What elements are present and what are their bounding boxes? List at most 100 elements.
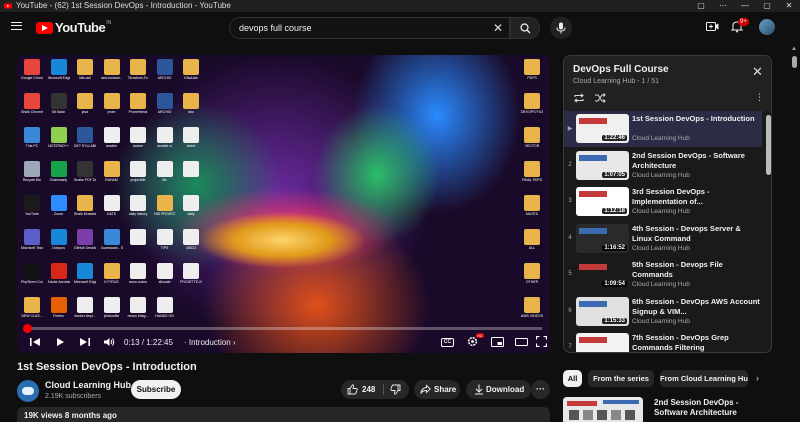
thumbnail-art: [579, 227, 607, 234]
desktop-icon-label: Recycle Bin: [22, 178, 42, 182]
scroll-up-icon[interactable]: ▲: [791, 46, 797, 52]
theater-mode-icon[interactable]: [515, 337, 528, 347]
desktop-app-icon: [130, 297, 146, 313]
folder-icon: [524, 161, 540, 177]
thumbs-down-icon[interactable]: [390, 384, 401, 395]
search-button[interactable]: [510, 17, 540, 39]
search-input[interactable]: devops full course ✕: [229, 17, 510, 39]
subscriber-count: 2.19K subscribers: [45, 393, 102, 400]
window-menu-icon[interactable]: ⋯: [712, 0, 734, 12]
playlist-item-title[interactable]: 6th Session - DevOps AWS Account Signup …: [632, 297, 760, 317]
channel-avatar[interactable]: [17, 380, 39, 402]
desktop-app-icon: [50, 93, 67, 109]
menu-icon[interactable]: [11, 22, 22, 30]
filter-chip[interactable]: From the series: [588, 370, 654, 387]
playlist-item-title[interactable]: 1st Session DevOps - Introduction: [632, 114, 760, 124]
progress-scrubber[interactable]: [22, 324, 32, 333]
playlist-item-thumbnail[interactable]: 1:09:54: [576, 260, 629, 289]
recommendation-thumbnail[interactable]: [563, 397, 643, 422]
desktop-app-icon: [130, 229, 146, 245]
window-minimize-button[interactable]: —: [734, 0, 756, 12]
desktop-icon-label: Shaik Mustafa: [74, 212, 96, 216]
more-actions-button[interactable]: ···: [531, 380, 550, 399]
filter-chip[interactable]: From Cloud Learning Hub: [660, 370, 748, 387]
volume-icon[interactable]: [103, 337, 115, 347]
window-maximize-button[interactable]: ▢: [756, 0, 778, 12]
like-count: 248: [362, 385, 376, 394]
playlist-item[interactable]: 7 1:27:277th Session - DevOps Grep Comman…: [564, 330, 762, 352]
youtube-play-icon: [36, 21, 53, 34]
voice-search-button[interactable]: [550, 17, 572, 39]
desktop-icon-label: Downloads - Shortcut: [100, 246, 123, 250]
shuffle-playlist-icon[interactable]: [594, 93, 606, 103]
recommendation-title[interactable]: 2nd Session DevOps - Software Architectu…: [654, 398, 772, 418]
view-count-date: 19K views 8 months ago: [24, 411, 117, 420]
thumbs-up-icon[interactable]: [347, 384, 358, 395]
desktop-icon-label: KYYRUS: [104, 280, 119, 284]
video-player[interactable]: Google Chrome Microsoft Edge k8s-adi aws-fu…: [17, 55, 550, 353]
filter-chip[interactable]: All: [563, 370, 582, 387]
playlist-item-duration: 1:09:54: [602, 281, 627, 287]
window-extensions-icon[interactable]: ▢: [690, 0, 712, 12]
playlist-item-title[interactable]: 7th Session - DevOps Grep Commands Filte…: [632, 333, 760, 352]
desktop-icon-label: Microsoft Edge: [47, 76, 70, 80]
playlist-item[interactable]: 5 1:09:54 5th Session - Devops File Comman…: [564, 257, 762, 293]
chapter-title[interactable]: · Introduction ›: [184, 338, 236, 347]
description-box[interactable]: 19K views 8 months ago: [17, 407, 550, 422]
share-button[interactable]: Share: [414, 380, 460, 399]
playlist-item-duration: 1:12:18: [602, 208, 627, 214]
desktop-icon: Microsoft Edge: [74, 263, 96, 284]
playlist-item-thumbnail[interactable]: 1:15:33: [576, 296, 629, 326]
playlist-item[interactable]: ▶ 1:22:46 1st Session DevOps - Introductio…: [564, 111, 762, 147]
playlist-item-title[interactable]: 2nd Session DevOps - Software Architectu…: [632, 151, 760, 171]
playlist-item-title[interactable]: 4th Session - Devops Server & Linux Comm…: [632, 224, 760, 244]
youtube-logo[interactable]: YouTube IN: [36, 20, 111, 35]
desktop-app-icon: [156, 229, 173, 245]
desktop-icon: NOTEPAD++: [48, 127, 70, 148]
desktop-icon: doc: [180, 93, 202, 114]
desktop-icon: Microsoft Teams (wo...: [21, 229, 43, 250]
loop-playlist-icon[interactable]: [573, 93, 585, 103]
clear-search-icon[interactable]: ✕: [493, 21, 503, 35]
playlist-item-title[interactable]: 5th Session - Devops File Commands: [632, 260, 760, 280]
recommendation-item[interactable]: 2nd Session DevOps - Software Architectu…: [563, 397, 772, 422]
next-icon[interactable]: [79, 337, 91, 347]
download-button[interactable]: Download: [466, 380, 531, 399]
playlist-item-thumbnail[interactable]: 1:27:27: [576, 333, 629, 352]
progress-bar[interactable]: [22, 324, 542, 333]
desktop-icon: Octopus: [48, 229, 70, 250]
folder-icon: [524, 297, 540, 313]
playlist-item[interactable]: 6 1:15:33 6th Session - DevOps AWS Account…: [564, 294, 762, 330]
channel-name[interactable]: Cloud Learning Hub: [45, 380, 131, 390]
playlist-scroll-thumb[interactable]: [766, 115, 771, 175]
playlist-item-thumbnail[interactable]: 1:12:18: [576, 187, 629, 216]
playlist-scrollbar[interactable]: [764, 111, 771, 352]
playlist-item-thumbnail[interactable]: 1:16:52: [576, 223, 629, 253]
previous-icon[interactable]: [29, 337, 41, 347]
miniplayer-icon[interactable]: [491, 337, 504, 347]
fullscreen-icon[interactable]: [536, 336, 547, 347]
desktop-icon: daily history: [127, 195, 149, 216]
page-scrollbar[interactable]: ▲: [789, 44, 800, 422]
subscribe-button[interactable]: Subscribe: [131, 380, 181, 399]
create-video-icon[interactable]: [706, 21, 719, 32]
subtitles-button[interactable]: CC: [441, 338, 454, 347]
desktop-folder: FINAL PDFS: [521, 161, 543, 182]
playlist-item[interactable]: 3 1:12:18 3rd Session DevOps - Implementat…: [564, 184, 762, 220]
play-icon[interactable]: [55, 337, 65, 347]
close-playlist-icon[interactable]: ✕: [752, 65, 763, 78]
playlist-item-title[interactable]: 3rd Session DevOps - Implementation of..…: [632, 187, 760, 207]
page-scroll-thumb[interactable]: [792, 56, 797, 68]
playlist-item[interactable]: 4 1:16:52 4th Session - Devops Server & Li…: [564, 221, 762, 257]
desktop-app-icon: [77, 297, 93, 313]
playlist-title[interactable]: DevOps Full Course: [573, 64, 669, 75]
chips-next-icon[interactable]: ›: [756, 373, 759, 383]
playlist-menu-icon[interactable]: ⋮: [755, 93, 764, 102]
playlist-item-thumbnail[interactable]: 1:07:05: [576, 150, 629, 180]
account-avatar[interactable]: [759, 19, 775, 35]
desktop-icon: jenkinsfile: [101, 297, 123, 318]
window-close-button[interactable]: ✕: [778, 0, 800, 12]
playlist-item-thumbnail[interactable]: 1:22:46: [576, 114, 629, 143]
playlist-item[interactable]: 2 1:07:05 2nd Session DevOps - Software Ar…: [564, 148, 762, 184]
desktop-icon-label: NOTEPAD++: [48, 144, 69, 148]
